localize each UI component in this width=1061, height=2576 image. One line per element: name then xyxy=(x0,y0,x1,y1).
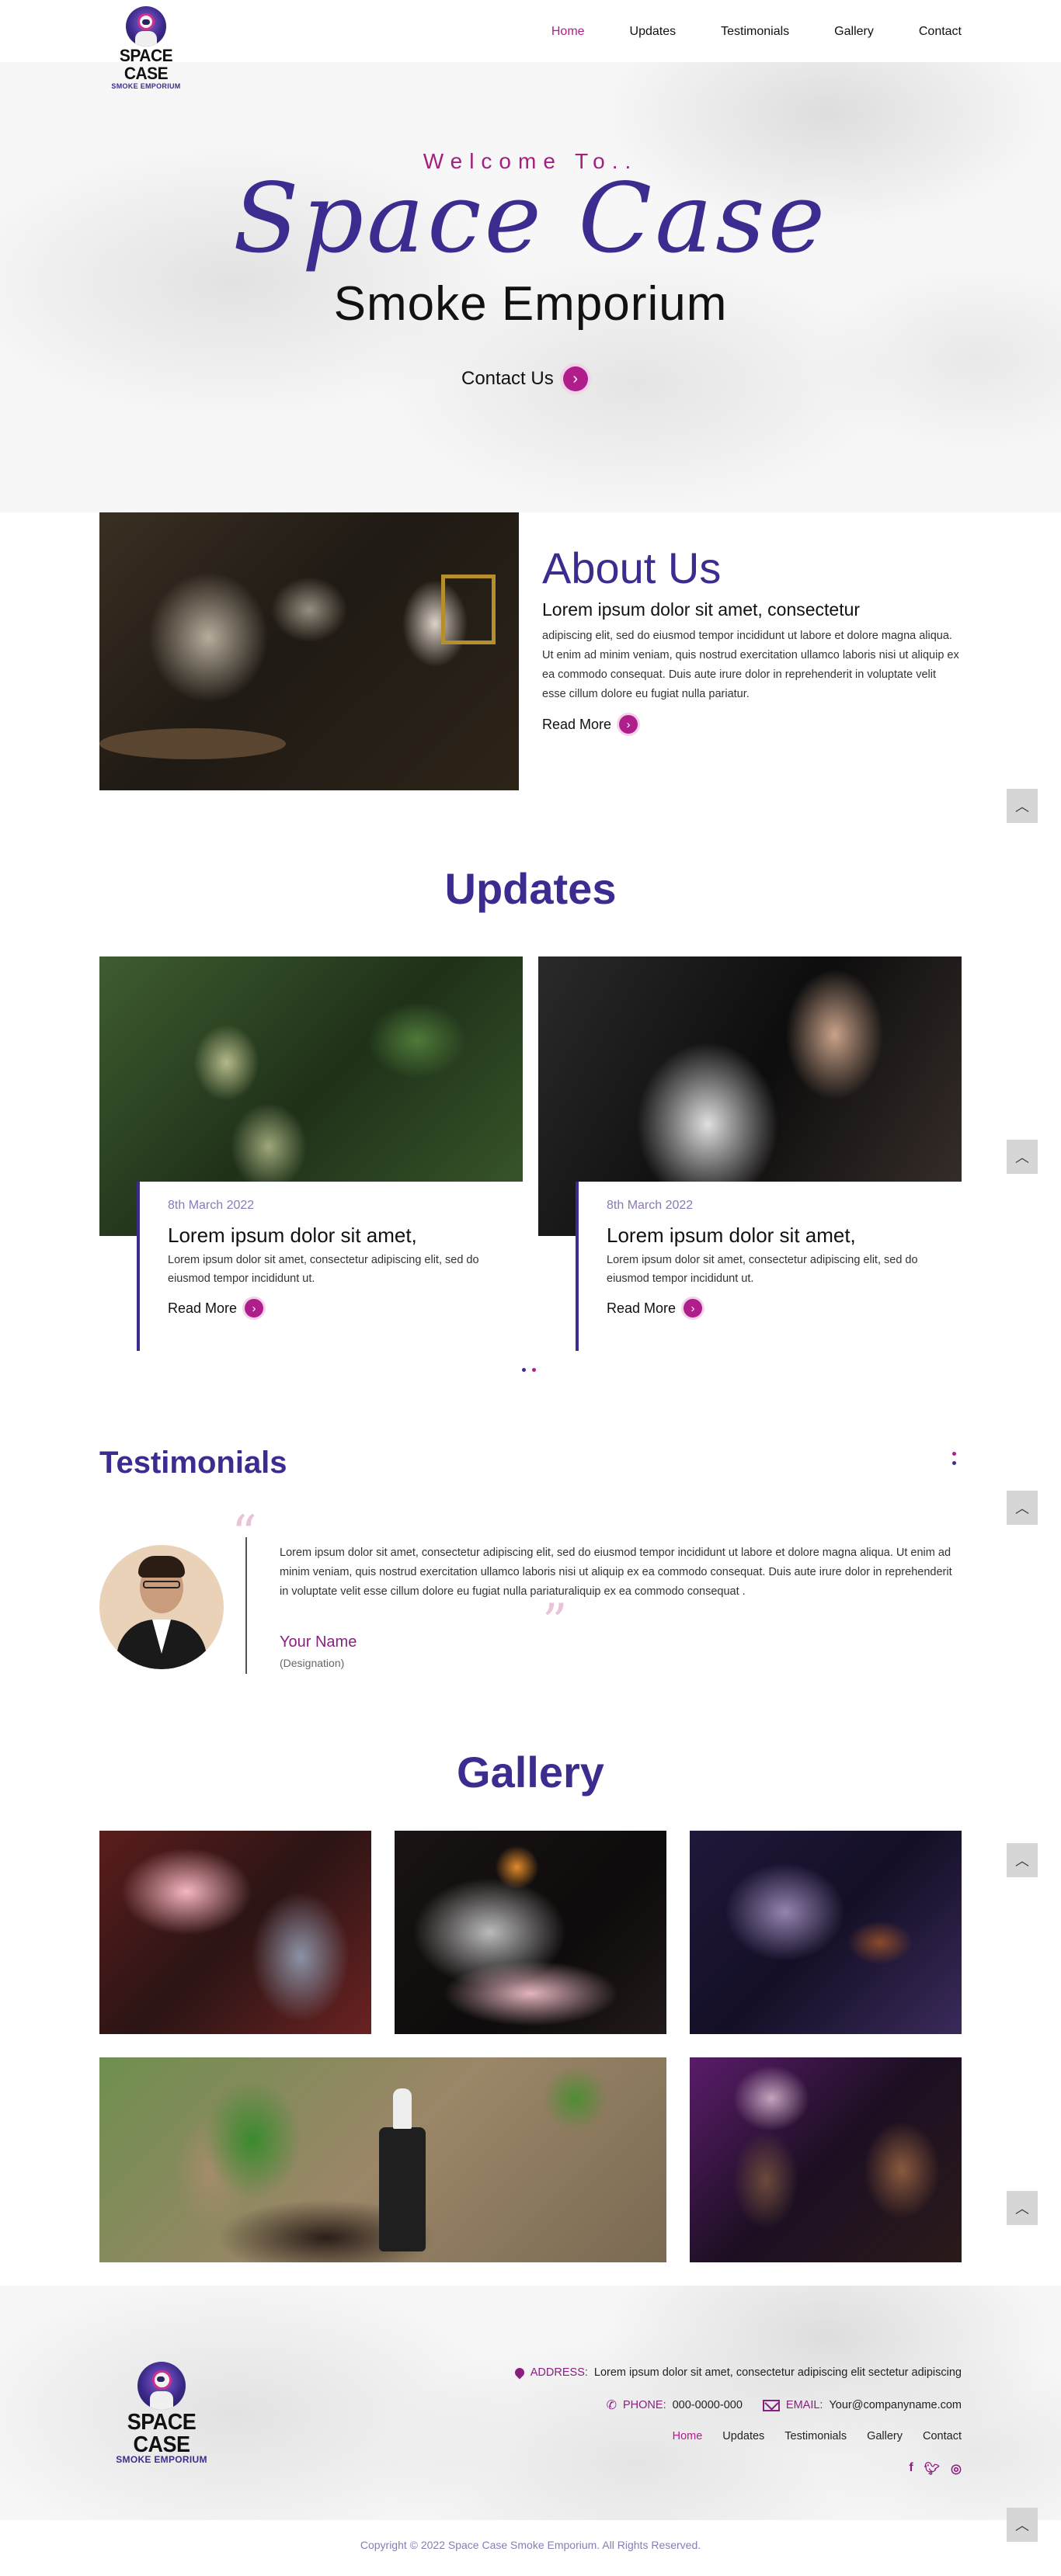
about-hookah-image xyxy=(99,512,519,790)
about-section: About Us Lorem ipsum dolor sit amet, con… xyxy=(542,543,962,734)
scroll-top-button[interactable]: ︿ xyxy=(1007,2508,1038,2542)
top-nav: SPACE CASE SMOKE EMPORIUM Home Updates T… xyxy=(0,0,1061,90)
site-logo[interactable]: SPACE CASE SMOKE EMPORIUM xyxy=(99,6,193,90)
scroll-top-button[interactable]: ︿ xyxy=(1007,1140,1038,1174)
mail-icon xyxy=(762,2399,780,2411)
email-label: EMAIL: xyxy=(785,2399,823,2411)
gallery-title: Gallery xyxy=(457,1748,604,1797)
arrow-right-icon: › xyxy=(684,1299,703,1318)
phone-icon: ✆ xyxy=(606,2399,617,2412)
footer: SPACE CASE SMOKE EMPORIUM ADDRESS: Lorem… xyxy=(0,2286,1061,2520)
nav-gallery[interactable]: Gallery xyxy=(834,25,874,39)
testimonial-dots xyxy=(952,1452,956,1465)
gallery-image-hookah-smokers[interactable] xyxy=(99,1831,371,2034)
astronaut-logo-icon xyxy=(137,2362,186,2410)
read-more-label: Read More xyxy=(168,1300,238,1316)
testimonial-dot[interactable] xyxy=(952,1461,956,1465)
social-links: f 🐦︎ ◎ xyxy=(909,2461,962,2477)
chevron-up-icon: ︿ xyxy=(1015,2201,1029,2217)
carousel-dot[interactable] xyxy=(532,1368,536,1372)
footer-nav-contact[interactable]: Contact xyxy=(923,2430,962,2442)
hero-script-title: Space Case xyxy=(232,163,829,275)
update-card: 8th March 2022 Lorem ipsum dolor sit ame… xyxy=(538,956,962,1351)
logo-name: SPACE CASE xyxy=(119,46,173,84)
gallery-image-couple-smoking[interactable] xyxy=(690,2057,962,2262)
phone-label: PHONE: xyxy=(623,2399,666,2411)
scroll-top-button[interactable]: ︿ xyxy=(1007,1491,1038,1525)
about-title: About Us xyxy=(542,543,722,592)
footer-nav-updates[interactable]: Updates xyxy=(722,2430,764,2442)
address-label: ADDRESS: xyxy=(530,2366,588,2379)
astronaut-logo-icon xyxy=(126,6,166,47)
update-title: Lorem ipsum dolor sit amet, xyxy=(607,1224,856,1247)
chevron-up-icon: ︿ xyxy=(1015,799,1029,814)
footer-nav-gallery[interactable]: Gallery xyxy=(867,2430,903,2442)
twitter-icon[interactable]: 🐦︎ xyxy=(924,2461,940,2477)
footer-contact: ✆ PHONE: 000-0000-000 EMAIL: Your@compan… xyxy=(607,2397,962,2413)
scroll-top-button[interactable]: ︿ xyxy=(1007,1843,1038,1877)
nav-contact[interactable]: Contact xyxy=(919,25,962,39)
logo-sub: SMOKE EMPORIUM xyxy=(111,82,181,90)
chevron-up-icon: ︿ xyxy=(1015,1150,1029,1165)
carousel-dots xyxy=(522,1368,536,1372)
footer-nav-testimonials[interactable]: Testimonials xyxy=(784,2430,847,2442)
footer-address: ADDRESS: Lorem ipsum dolor sit amet, con… xyxy=(513,2366,962,2380)
update-content: 8th March 2022 Lorem ipsum dolor sit ame… xyxy=(137,1182,523,1351)
testimonials-title: Testimonials xyxy=(99,1446,287,1480)
arrow-right-icon: › xyxy=(245,1299,264,1318)
gallery-image-cbd-oil[interactable] xyxy=(99,2057,666,2262)
nav-updates[interactable]: Updates xyxy=(630,25,677,39)
nav-testimonials[interactable]: Testimonials xyxy=(721,25,789,39)
update-content: 8th March 2022 Lorem ipsum dolor sit ame… xyxy=(576,1182,962,1351)
read-more-label: Read More xyxy=(607,1300,677,1316)
contact-us-button[interactable]: Contact Us › xyxy=(461,366,588,391)
contact-us-label: Contact Us xyxy=(461,368,554,389)
chevron-up-icon: ︿ xyxy=(1015,2518,1029,2533)
footer-menu: Home Updates Testimonials Gallery Contac… xyxy=(673,2430,962,2442)
chevron-up-icon: ︿ xyxy=(1015,1853,1029,1869)
testimonial-name: Your Name xyxy=(280,1633,357,1651)
arrow-right-icon: › xyxy=(619,715,638,734)
about-read-more-button[interactable]: Read More › xyxy=(542,715,962,734)
testimonial-text: Lorem ipsum dolor sit amet, consectetur … xyxy=(280,1547,952,1598)
main-menu: Home Updates Testimonials Gallery Contac… xyxy=(551,25,962,39)
about-body: adipiscing elit, sed do eiusmod tempor i… xyxy=(542,630,959,700)
location-pin-icon xyxy=(513,2366,527,2380)
update-date: 8th March 2022 xyxy=(607,1199,694,1212)
quote-open-icon: “ xyxy=(231,1505,257,1563)
address-text: Lorem ipsum dolor sit amet, consectetur … xyxy=(593,2366,962,2379)
footer-nav-home[interactable]: Home xyxy=(673,2430,703,2442)
carousel-dot[interactable] xyxy=(522,1368,526,1372)
update-card: 8th March 2022 Lorem ipsum dolor sit ame… xyxy=(99,956,523,1351)
footer-logo-name: SPACE CASE xyxy=(127,2409,197,2457)
scroll-top-button[interactable]: ︿ xyxy=(1007,2191,1038,2225)
update-read-more-button[interactable]: Read More › xyxy=(168,1299,495,1318)
chevron-up-icon: ︿ xyxy=(1015,1501,1029,1516)
phone-text[interactable]: 000-0000-000 xyxy=(673,2399,743,2411)
gallery-image-hookah-bowl[interactable] xyxy=(395,1831,666,2034)
copyright: Copyright © 2022 Space Case Smoke Empori… xyxy=(360,2539,701,2551)
email-text[interactable]: Your@companyname.com xyxy=(829,2399,962,2411)
testimonial-dot[interactable] xyxy=(952,1452,956,1456)
facebook-icon[interactable]: f xyxy=(909,2461,913,2477)
updates-title: Updates xyxy=(444,864,617,913)
update-body: Lorem ipsum dolor sit amet, consectetur … xyxy=(607,1254,918,1285)
read-more-label: Read More xyxy=(542,716,612,732)
update-read-more-button[interactable]: Read More › xyxy=(607,1299,934,1318)
gallery-image-hookah-table[interactable] xyxy=(690,1831,962,2034)
testimonial-designation: (Designation) xyxy=(280,1657,345,1669)
quote-close-icon: ” xyxy=(542,1594,568,1651)
instagram-icon[interactable]: ◎ xyxy=(951,2461,962,2477)
nav-home[interactable]: Home xyxy=(551,25,585,39)
arrow-right-icon: › xyxy=(562,366,588,391)
update-title: Lorem ipsum dolor sit amet, xyxy=(168,1224,417,1247)
update-body: Lorem ipsum dolor sit amet, consectetur … xyxy=(168,1254,479,1285)
about-lead: Lorem ipsum dolor sit amet, consectetur xyxy=(542,599,861,620)
testimonial-avatar xyxy=(99,1545,224,1669)
update-date: 8th March 2022 xyxy=(168,1199,255,1212)
footer-logo[interactable]: SPACE CASE SMOKE EMPORIUM xyxy=(99,2362,224,2465)
hero-subtitle: Smoke Emporium xyxy=(333,277,728,331)
scroll-top-button[interactable]: ︿ xyxy=(1007,789,1038,823)
